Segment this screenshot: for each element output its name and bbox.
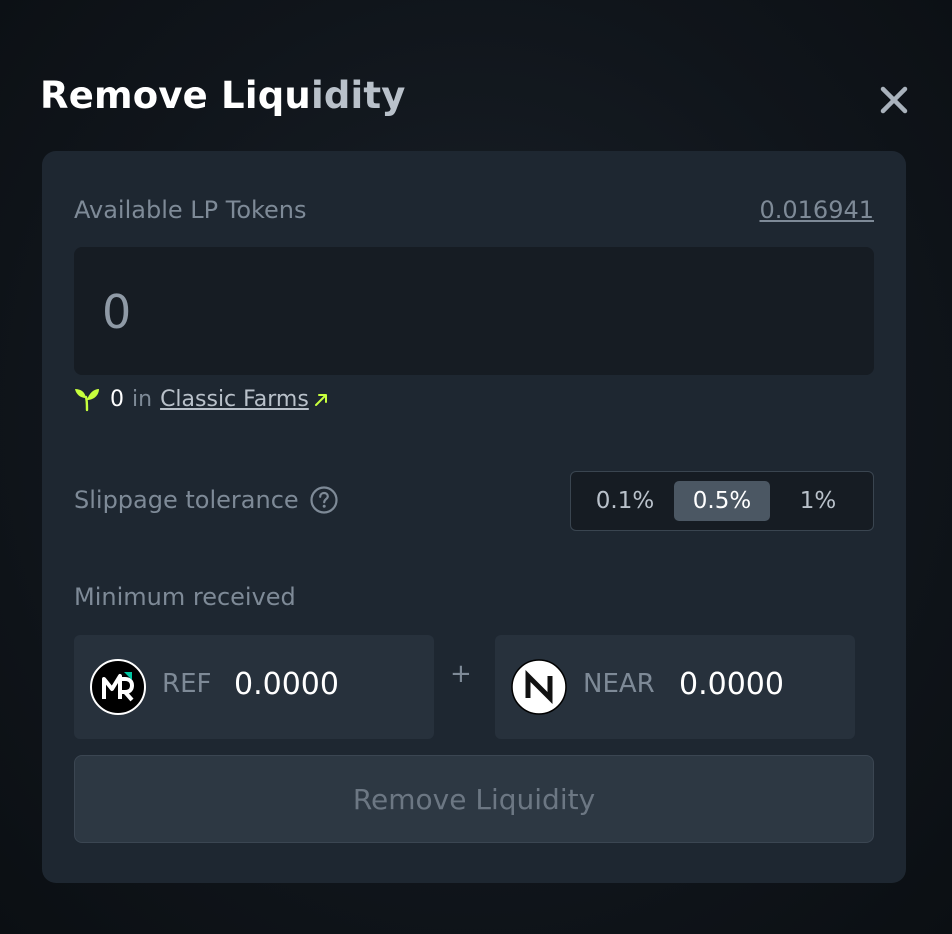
near-token-icon — [511, 659, 567, 715]
plus-sign: + — [450, 659, 472, 689]
external-arrow-icon — [314, 394, 327, 406]
modal-title: Remove Liquidity — [40, 74, 406, 117]
lp-amount-input[interactable] — [100, 281, 844, 343]
remove-liquidity-card: Available LP Tokens 0.016941 0 in Classi… — [42, 151, 906, 883]
remove-liquidity-button[interactable]: Remove Liquidity — [74, 755, 874, 843]
close-button[interactable] — [874, 80, 914, 120]
lp-balance-max-link[interactable]: 0.016941 — [759, 196, 874, 224]
slippage-option-0-5[interactable]: 0.5% — [674, 481, 770, 521]
near-symbol: NEAR — [583, 669, 655, 699]
modal-title-tail: idity — [310, 74, 406, 117]
slippage-options: 0.1% 0.5% 1% — [570, 471, 874, 531]
classic-farms-link[interactable]: Classic Farms — [160, 387, 309, 412]
available-lp-label: Available LP Tokens — [74, 196, 307, 224]
farm-count: 0 — [110, 386, 124, 412]
slippage-option-1[interactable]: 1% — [770, 481, 866, 521]
near-min-received: NEAR 0.0000 — [495, 635, 855, 739]
slippage-option-0-1[interactable]: 0.1% — [577, 481, 673, 521]
slippage-label: Slippage tolerance — [74, 486, 299, 514]
farm-info: 0 in Classic Farms — [74, 383, 329, 415]
slippage-label-row: Slippage tolerance — [74, 485, 339, 515]
near-amount: 0.0000 — [679, 667, 784, 702]
close-icon — [880, 86, 908, 114]
ref-token-icon — [90, 659, 146, 715]
minimum-received-label: Minimum received — [74, 583, 296, 611]
ref-amount: 0.0000 — [234, 667, 339, 702]
modal-title-main: Remove Liqu — [40, 74, 311, 117]
lp-amount-box — [74, 247, 874, 375]
farm-in-text: in — [132, 386, 153, 412]
ref-min-received: REF 0.0000 — [74, 635, 434, 739]
question-circle-icon[interactable] — [309, 485, 339, 515]
ref-symbol: REF — [162, 669, 212, 699]
sprout-icon — [75, 389, 99, 412]
